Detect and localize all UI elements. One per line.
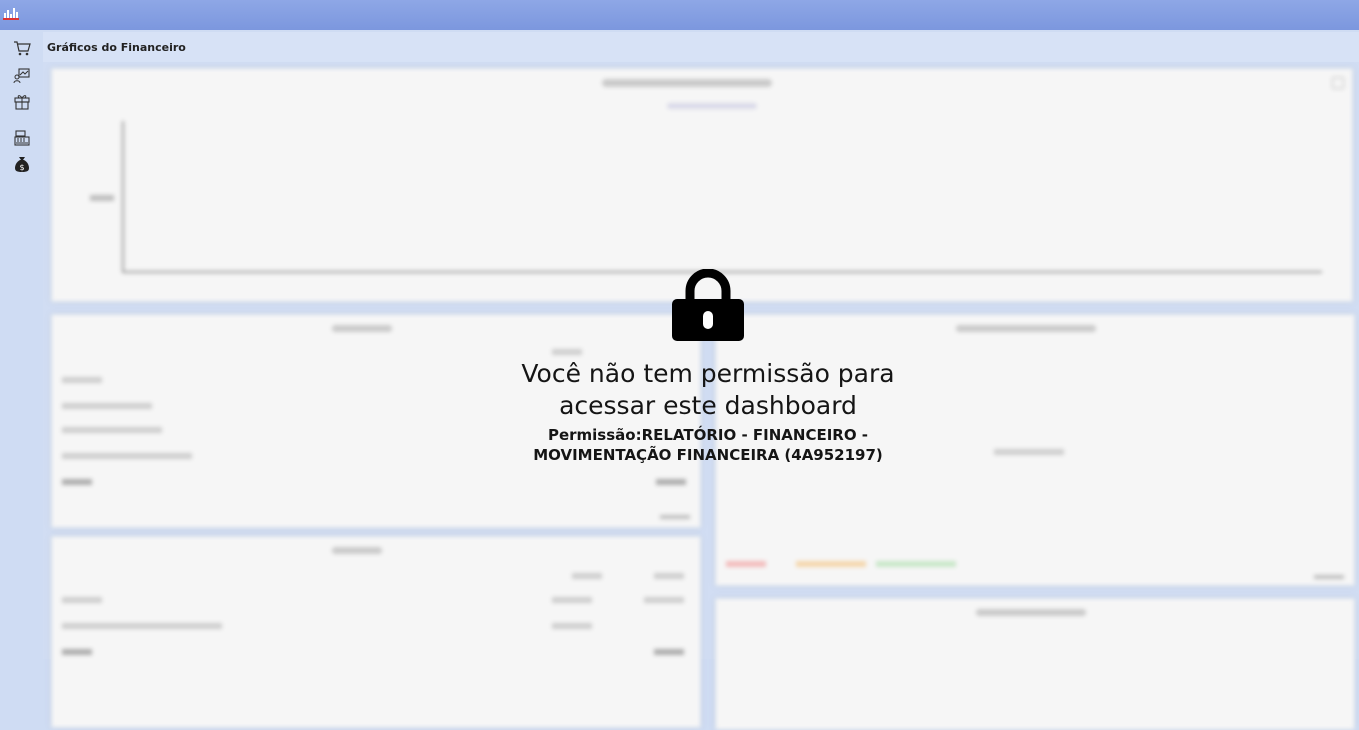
sales-chart-icon[interactable] (12, 66, 32, 86)
permission-message-line1: Você não tem permissão para (521, 359, 895, 388)
permission-code-line2: MOVIMENTAÇÃO FINANCEIRA (4A952197) (533, 446, 883, 464)
svg-text:$: $ (19, 163, 24, 172)
sidebar: $ (0, 30, 43, 659)
gift-box-icon[interactable] (12, 92, 32, 112)
page-title: Gráficos do Financeiro (47, 40, 186, 54)
cash-register-icon[interactable] (12, 128, 32, 148)
permission-code-line1: Permissão:RELATÓRIO - FINANCEIRO - (547, 426, 869, 444)
chart-icon[interactable] (3, 6, 19, 20)
money-bag-icon[interactable]: $ (12, 154, 32, 174)
cart-icon[interactable] (12, 38, 32, 58)
permission-message-line2: acessar este dashboard (559, 391, 857, 420)
page-titlebar: Gráficos do Financeiro (43, 32, 1359, 62)
permission-message: Você não tem permissão para acessar este… (480, 358, 936, 422)
app-topbar (0, 0, 1359, 30)
lock-icon (668, 268, 748, 341)
permission-code: Permissão:RELATÓRIO - FINANCEIRO - MOVIM… (480, 425, 936, 465)
